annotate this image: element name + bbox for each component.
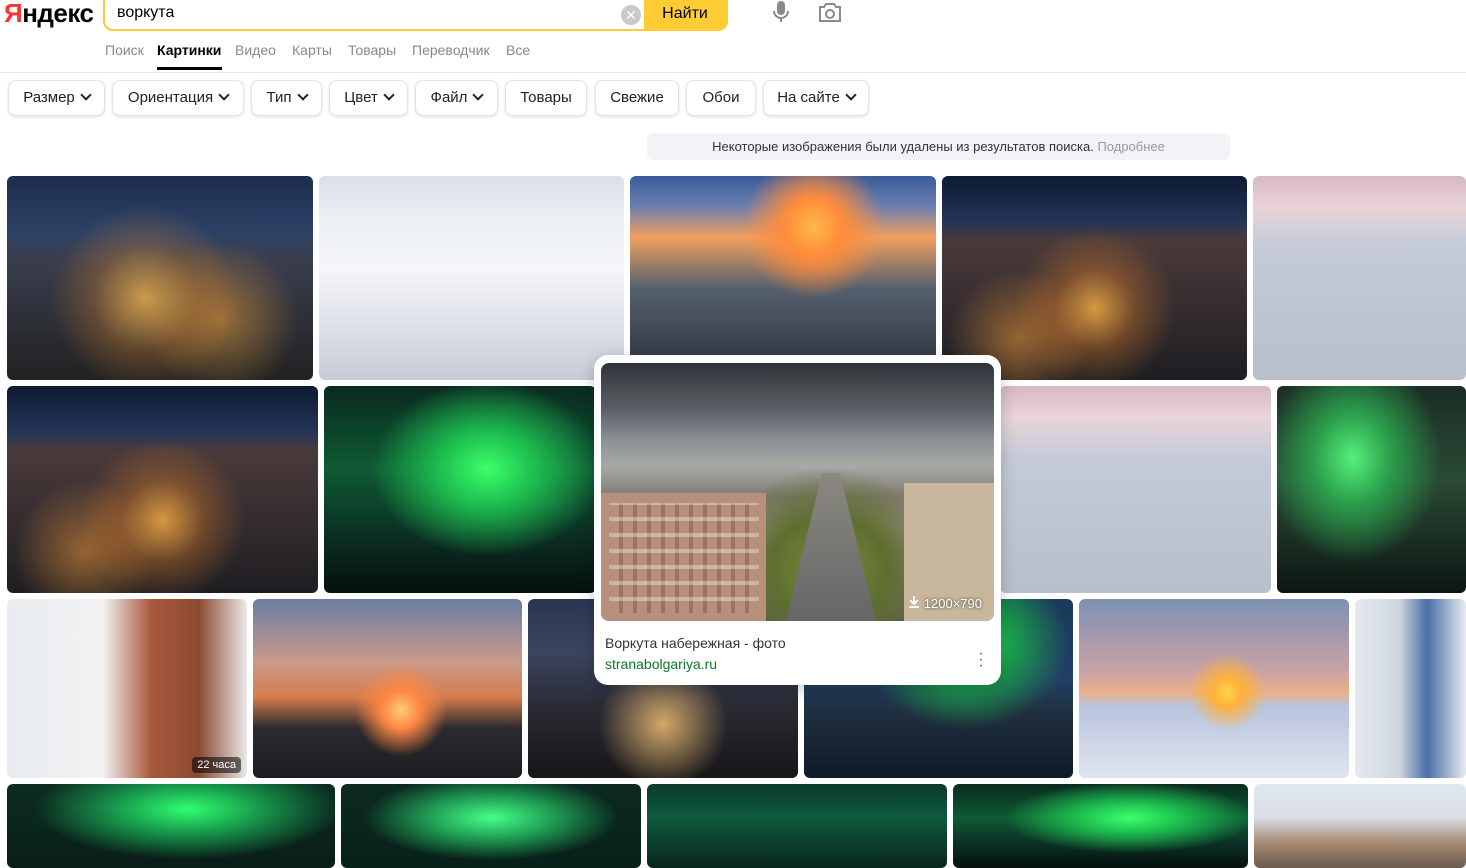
filter-label: Тип [266,89,292,106]
time-badge: 22 часа [192,757,241,773]
preview-building [601,493,766,621]
yandex-logo[interactable]: Яндекс [4,0,94,28]
tab-all[interactable]: Все [506,42,530,58]
tab-search[interactable]: Поиск [105,42,144,58]
download-icon [908,596,919,608]
logo-letter: Я [4,0,23,28]
filter-on-site[interactable]: На сайте [763,80,869,116]
header-divider [0,72,1466,73]
image-tile[interactable] [341,784,641,868]
tab-maps[interactable]: Карты [292,42,332,58]
filter-label: На сайте [777,89,840,106]
chevron-down-icon [80,89,92,101]
filter-goods[interactable]: Товары [505,80,587,116]
filter-orientation[interactable]: Ориентация [112,80,244,116]
filter-file[interactable]: Файл [415,80,498,116]
preview-source-link[interactable]: stranabolgariya.ru [605,656,717,672]
image-tile[interactable] [1355,599,1466,778]
image-tile[interactable] [7,386,318,593]
removed-images-notice: Некоторые изображения были удалены из ре… [647,133,1230,160]
filter-type[interactable]: Тип [251,80,322,116]
logo-text: ндекс [22,0,94,28]
filter-label: Обои [702,89,740,106]
filter-label: Товары [520,89,572,106]
image-tile[interactable] [1079,599,1349,778]
filter-fresh[interactable]: Свежие [595,80,679,116]
filter-label: Цвет [344,89,378,106]
preview-title[interactable]: Воркута набережная - фото [605,635,786,651]
image-tile[interactable] [1000,386,1271,593]
image-tile[interactable] [953,784,1248,868]
filter-size[interactable]: Размер [8,80,105,116]
image-tile[interactable] [253,599,522,778]
active-tab-indicator [157,67,222,70]
image-dimensions[interactable]: 1200×790 [908,595,982,611]
microphone-icon[interactable] [770,0,792,24]
image-tile[interactable] [1253,176,1466,380]
tab-video[interactable]: Видео [235,42,276,58]
preview-image[interactable]: 1200×790 [601,363,994,621]
image-tile[interactable] [1254,784,1466,868]
image-tile[interactable] [647,784,947,868]
notice-text: Некоторые изображения были удалены из ре… [712,139,1094,154]
image-tile[interactable] [319,176,624,380]
image-tile[interactable]: 22 часа [7,599,247,778]
image-tile[interactable] [630,176,936,380]
image-tile[interactable] [324,386,596,593]
chevron-down-icon [472,89,485,101]
preview-road [786,473,876,621]
tab-translator[interactable]: Переводчик [412,42,490,58]
dimensions-text: 1200×790 [923,596,982,611]
chevron-down-icon [218,89,230,101]
image-tile[interactable] [1277,386,1466,593]
camera-search-icon[interactable] [817,1,843,25]
image-tile[interactable] [942,176,1247,380]
tab-goods[interactable]: Товары [348,42,396,58]
chevron-down-icon [845,89,857,101]
image-tile[interactable] [7,176,313,380]
filter-label: Ориентация [127,89,214,106]
find-button[interactable]: Найти [644,0,726,29]
chevron-down-icon [383,89,395,101]
filter-color[interactable]: Цвет [329,80,408,116]
notice-more-link[interactable]: Подробнее [1097,139,1164,154]
image-preview-card[interactable]: 1200×790 Воркута набережная - фото stran… [594,355,1001,685]
filter-label: Файл [430,89,468,106]
search-bar: ✕ Найти [103,0,728,31]
clear-search-icon[interactable]: ✕ [621,5,641,25]
image-tile[interactable] [7,784,335,868]
chevron-down-icon [296,89,309,101]
search-input[interactable] [117,0,607,26]
more-vertical-icon[interactable]: · · · [975,646,987,674]
tab-images[interactable]: Картинки [157,42,221,58]
filter-label: Размер [23,89,75,106]
filter-wallpapers[interactable]: Обои [686,80,756,116]
filter-label: Свежие [610,89,664,106]
